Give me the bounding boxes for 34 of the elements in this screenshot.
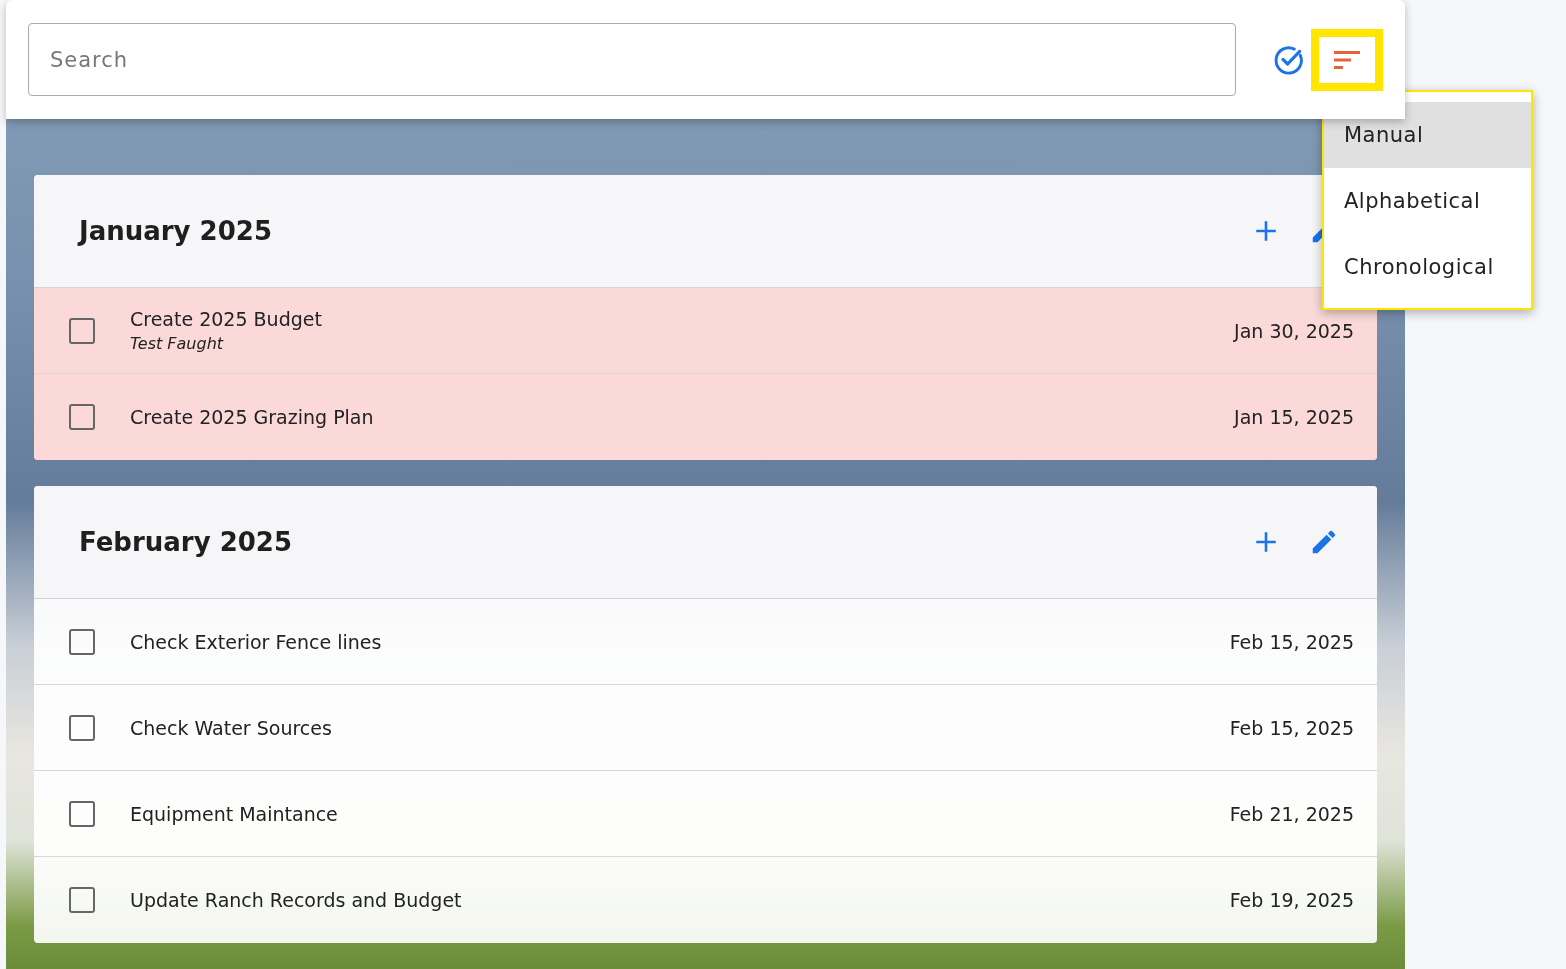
check-circle-icon[interactable] <box>1273 43 1306 76</box>
month-title: February 2025 <box>79 527 293 557</box>
checkbox[interactable] <box>69 317 95 344</box>
task-title: Create 2025 Budget <box>130 308 323 330</box>
due-date: Jan 30, 2025 <box>1234 319 1354 342</box>
task-row[interactable]: Create 2025 Budget Test Faught Jan 30, 2025 <box>34 288 1377 374</box>
checkbox[interactable] <box>69 628 95 655</box>
task-title: Check Exterior Fence lines <box>130 630 383 653</box>
task-row[interactable]: Update Ranch Records and Budget Feb 19, 2025 <box>34 857 1377 943</box>
checkbox[interactable] <box>69 404 95 430</box>
checkbox[interactable] <box>69 800 95 827</box>
add-icon[interactable] <box>1253 529 1279 555</box>
month-title: January 2025 <box>79 216 273 246</box>
task-title: Check Water Sources <box>130 716 333 739</box>
task-row[interactable]: Equipment Maintance Feb 21, 2025 <box>34 771 1377 857</box>
due-date: Feb 19, 2025 <box>1229 889 1354 911</box>
add-icon[interactable] <box>1253 218 1279 244</box>
task-row[interactable]: Create 2025 Grazing Plan Jan 15, 2025 <box>34 374 1377 460</box>
task-note: Test Faught <box>130 334 225 353</box>
task-title: Create 2025 Grazing Plan <box>130 406 375 428</box>
search-field[interactable]: Search <box>28 23 1237 96</box>
sort-option[interactable]: Alphabetical <box>1324 168 1531 234</box>
due-date: Feb 21, 2025 <box>1229 802 1354 825</box>
checkbox[interactable] <box>69 887 95 913</box>
task-title: Equipment Maintance <box>130 802 339 825</box>
task-row[interactable]: Check Water Sources Feb 15, 2025 <box>34 685 1377 771</box>
task-row[interactable]: Check Exterior Fence lines Feb 15, 2025 <box>34 599 1377 685</box>
sort-button[interactable] <box>1311 28 1383 91</box>
task-title: Update Ranch Records and Budget <box>130 889 463 911</box>
due-date: Feb 15, 2025 <box>1229 630 1354 653</box>
due-date: Jan 15, 2025 <box>1234 406 1354 428</box>
checkbox[interactable] <box>69 714 95 741</box>
sort-icon <box>1332 48 1362 71</box>
due-date: Feb 15, 2025 <box>1229 716 1354 739</box>
